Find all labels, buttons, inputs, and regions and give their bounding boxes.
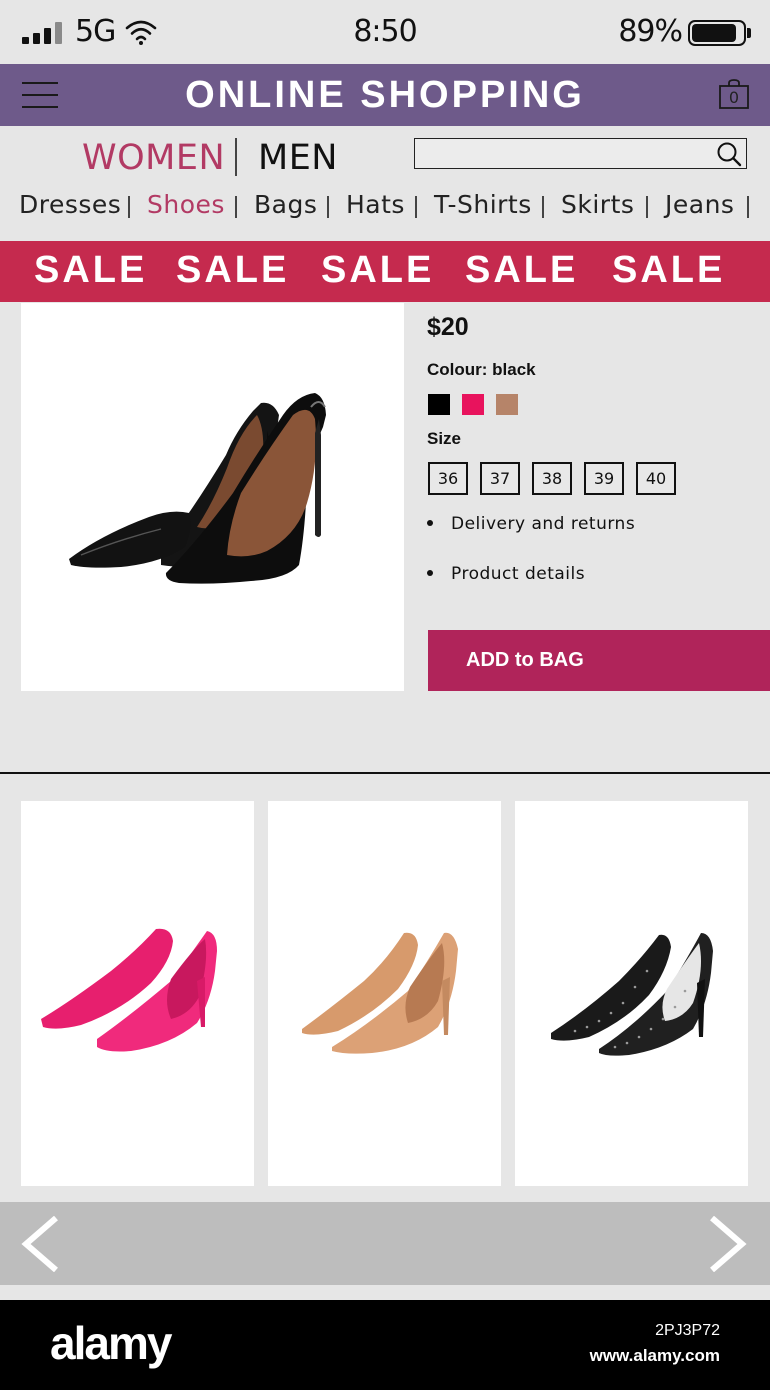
category-separator	[415, 196, 417, 218]
colour-swatch-pink[interactable]	[462, 394, 484, 415]
status-bar: 5G 8:50 89%	[0, 0, 770, 64]
size-option[interactable]: 37	[480, 462, 520, 495]
sale-text: SALE	[34, 249, 148, 291]
delivery-and-returns-label: Delivery and returns	[451, 514, 636, 534]
category-skirts[interactable]: Skirts	[561, 190, 634, 219]
delivery-and-returns-link[interactable]: Delivery and returns	[427, 514, 635, 534]
tab-women[interactable]: WOMEN	[82, 138, 225, 178]
product-details-label: Product details	[451, 564, 586, 584]
colour-swatch-black[interactable]	[428, 394, 450, 415]
battery-level-fill	[692, 24, 737, 42]
category-separator	[327, 196, 329, 218]
sale-text: SALE	[176, 249, 290, 291]
beige-pumps-image	[302, 932, 458, 1054]
search-input[interactable]	[415, 139, 705, 167]
category-shoes[interactable]: Shoes	[147, 190, 225, 219]
colour-swatch-beige[interactable]	[496, 394, 518, 415]
category-separator	[542, 196, 544, 218]
related-product-card-beige[interactable]	[268, 801, 501, 1186]
size-label: Size	[427, 429, 462, 448]
battery-percentage: 89%	[618, 14, 683, 49]
category-separator	[747, 196, 749, 218]
related-product-card-pink[interactable]	[21, 801, 254, 1186]
pink-pumps-image	[41, 928, 217, 1052]
sale-text: SALE	[612, 249, 726, 291]
search-icon[interactable]	[716, 141, 742, 167]
section-divider	[0, 772, 770, 774]
gender-nav: WOMEN MEN	[0, 126, 770, 186]
bag-count-badge: 0	[728, 88, 740, 107]
footer-url: www.alamy.com	[589, 1346, 720, 1365]
category-hats[interactable]: Hats	[346, 190, 405, 219]
product-image[interactable]	[21, 303, 404, 691]
size-option[interactable]: 36	[428, 462, 468, 495]
chevron-left-icon[interactable]	[20, 1216, 60, 1272]
black-rhinestone-pumps-image	[551, 933, 713, 1056]
category-nav: Dresses Shoes Bags Hats T-Shirts Skirts …	[0, 190, 770, 224]
bullet-icon	[427, 569, 433, 576]
category-bags[interactable]: Bags	[254, 190, 317, 219]
black-pumps-image	[69, 393, 326, 584]
category-separator	[646, 196, 648, 218]
battery-icon	[688, 20, 751, 46]
product-price: $20	[427, 313, 469, 341]
watermark-footer: alamy 2PJ3P72 www.alamy.com	[0, 1300, 770, 1390]
related-product-card-black[interactable]	[515, 801, 748, 1186]
bullet-icon	[427, 519, 433, 526]
size-option[interactable]: 40	[636, 462, 676, 495]
category-separator	[128, 196, 130, 218]
carousel-nav-bar	[0, 1202, 770, 1285]
category-separator	[235, 196, 237, 218]
tab-men[interactable]: MEN	[258, 138, 338, 178]
sale-text: SALE	[321, 249, 435, 291]
shopping-bag-button[interactable]: 0	[718, 78, 750, 110]
category-jeans[interactable]: Jeans	[665, 190, 734, 219]
chevron-right-icon[interactable]	[708, 1216, 748, 1272]
product-details-link[interactable]: Product details	[427, 564, 585, 584]
gender-divider	[235, 138, 237, 176]
app-title: ONLINE SHOPPING	[185, 74, 585, 116]
colour-label: Colour: black	[427, 360, 536, 379]
category-dresses[interactable]: Dresses	[19, 190, 121, 219]
size-option[interactable]: 39	[584, 462, 624, 495]
search-box	[414, 138, 747, 169]
sale-banner[interactable]: SALE SALE SALE SALE SALE	[0, 241, 770, 302]
app-header: ONLINE SHOPPING 0	[0, 64, 770, 126]
alamy-logo: alamy	[50, 1317, 172, 1369]
image-id: 2PJ3P72	[655, 1322, 720, 1339]
add-to-bag-button[interactable]: ADD to BAG	[428, 630, 770, 691]
category-t-shirts[interactable]: T-Shirts	[434, 190, 532, 219]
size-option[interactable]: 38	[532, 462, 572, 495]
sale-text: SALE	[465, 249, 579, 291]
